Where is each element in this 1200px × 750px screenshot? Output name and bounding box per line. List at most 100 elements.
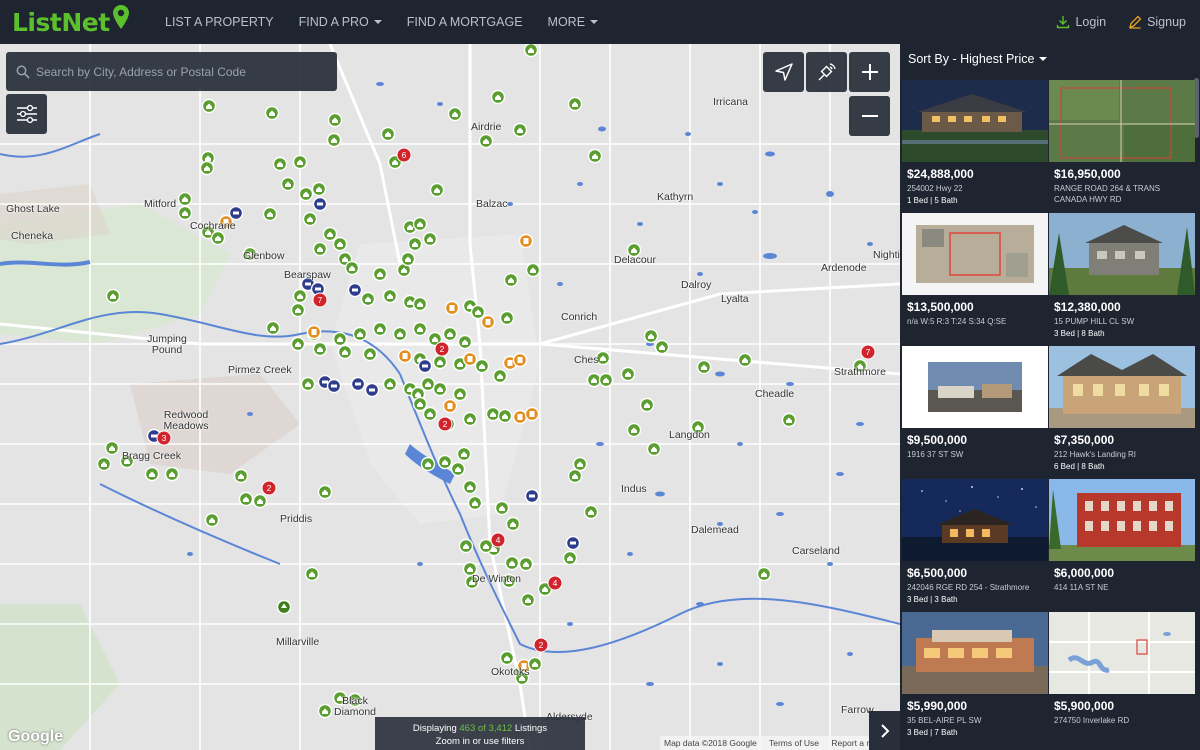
filters-button[interactable]: [6, 94, 47, 134]
listing-card[interactable]: $12,380,000 15 PUMP HILL CL SW 3 Bed | 8…: [1049, 213, 1195, 343]
listing-card[interactable]: $24,888,000 254002 Hwy 22 1 Bed | 5 Bath: [902, 80, 1048, 210]
search-input[interactable]: [36, 64, 316, 79]
listing-card[interactable]: $16,950,000 RANGE ROAD 264 & TRANS CANAD…: [1049, 80, 1195, 210]
download-icon: [1057, 16, 1070, 29]
nav-more[interactable]: MORE: [548, 15, 599, 29]
listing-price: $6,000,000: [1054, 566, 1115, 580]
listing-beds-baths: 3 Bed | 7 Bath: [907, 728, 958, 737]
listing-photo: [1049, 346, 1195, 428]
cluster-marker[interactable]: 7: [312, 292, 328, 308]
nav-find-a-mortgage[interactable]: FIND A MORTGAGE: [407, 15, 523, 29]
listing-address: 254002 Hwy 22: [907, 184, 963, 193]
place-label: Airdrie: [471, 121, 502, 133]
search-bar: [6, 52, 337, 91]
my-location-button[interactable]: [763, 52, 804, 92]
report-map-error-link[interactable]: Report a map error: [831, 738, 870, 748]
listing-price: $9,500,000: [907, 433, 968, 447]
listing-photo: [902, 479, 1048, 561]
sort-dropdown[interactable]: Sort By - Highest Price: [908, 52, 1048, 66]
logo-text: ListNet: [12, 7, 110, 37]
listing-photo: [902, 80, 1048, 162]
cluster-marker[interactable]: 2: [434, 341, 450, 357]
map-pin-icon: [112, 4, 129, 34]
svg-text:2: 2: [267, 483, 272, 493]
terms-link[interactable]: Terms of Use: [769, 738, 819, 748]
place-label: Irricana: [713, 96, 749, 108]
listing-card[interactable]: $13,500,000 n/a W:5 R:3 T:24 S:34 Q:SE: [902, 213, 1048, 343]
cluster-marker[interactable]: 2: [533, 637, 549, 653]
top-navigation-bar: ListNet LIST A PROPERTY FIND A PRO FIND …: [0, 0, 1200, 44]
login-link[interactable]: Login: [1056, 15, 1106, 29]
listing-card[interactable]: $5,900,000 274750 Inverlake RD: [1049, 612, 1195, 742]
listing-address: 274750 Inverlake RD: [1054, 716, 1130, 725]
main-nav: LIST A PROPERTY FIND A PRO FIND A MORTGA…: [165, 0, 623, 44]
listing-price: $16,950,000: [1054, 167, 1121, 181]
cluster-marker[interactable]: 3: [156, 430, 172, 446]
listing-address: 212 Hawk's Landing RI: [1054, 450, 1137, 459]
chevron-down-icon: [1039, 57, 1048, 61]
place-label: Conrich: [561, 311, 598, 323]
listing-card[interactable]: $7,350,000 212 Hawk's Landing RI 6 Bed |…: [1049, 346, 1195, 476]
google-logo: Google: [8, 728, 64, 745]
cluster-marker[interactable]: 2: [437, 416, 453, 432]
svg-text:7: 7: [866, 347, 871, 357]
zoom-out-button[interactable]: [849, 96, 890, 136]
chevron-right-icon: [880, 723, 889, 738]
listings-sidebar: Sort By - Highest Price $24,888,000 2540…: [900, 44, 1200, 750]
svg-text:4: 4: [553, 578, 558, 588]
plus-icon: [861, 64, 878, 80]
location-arrow-icon: [774, 63, 793, 81]
cluster-marker[interactable]: 2: [261, 480, 277, 496]
listing-address: RANGE ROAD 264 & TRANS CANADA HWY RD: [1054, 184, 1161, 204]
listing-price: $5,990,000: [907, 699, 968, 713]
cluster-marker[interactable]: 7: [860, 344, 876, 360]
svg-text:2: 2: [443, 419, 448, 429]
listing-address: 414 11A ST NE: [1054, 583, 1109, 592]
listing-card[interactable]: $6,000,000 414 11A ST NE: [1049, 479, 1195, 609]
map-attribution: Map data ©2018 Google Terms of Use Repor…: [660, 736, 870, 750]
listing-beds-baths: 1 Bed | 5 Bath: [907, 196, 958, 205]
toggle-sidebar-button[interactable]: [869, 711, 900, 750]
zoom-in-button[interactable]: [849, 52, 890, 92]
svg-text:3: 3: [162, 433, 167, 443]
place-label: Langdon: [669, 429, 710, 441]
place-label: Nightingale: [873, 249, 900, 261]
listing-beds-baths: 3 Bed | 3 Bath: [907, 595, 958, 604]
place-label: Lyalta: [721, 293, 749, 305]
listing-photo: [902, 612, 1048, 694]
place-label: Delacour: [614, 254, 657, 266]
place-label: Strathmore: [834, 366, 886, 378]
place-label: Priddis: [280, 513, 313, 525]
listing-card[interactable]: $5,990,000 35 BEL-AIRE PL SW 3 Bed | 7 B…: [902, 612, 1048, 742]
listing-card[interactable]: $6,500,000 242046 RGE RD 254 - Strathmor…: [902, 479, 1048, 609]
cluster-marker[interactable]: 4: [490, 532, 506, 548]
listing-photo: [1049, 479, 1195, 561]
place-label: Pirmez Creek: [228, 364, 292, 376]
place-label: Carseland: [792, 545, 840, 557]
nav-list-a-property[interactable]: LIST A PROPERTY: [165, 15, 274, 29]
listing-price: $12,380,000: [1054, 300, 1121, 314]
cluster-marker[interactable]: 6: [396, 147, 412, 163]
listing-address: 242046 RGE RD 254 - Strathmore: [907, 583, 1030, 592]
listing-price: $24,888,000: [907, 167, 974, 181]
place-label: Ghost Lake: [6, 203, 60, 215]
place-label: Kathyrn: [657, 191, 694, 203]
chevron-down-icon: [373, 20, 382, 24]
listing-card[interactable]: $9,500,000 1916 37 ST SW: [902, 346, 1048, 476]
place-label: Chestermere: [574, 354, 598, 366]
nav-find-a-pro[interactable]: FIND A PRO: [299, 15, 382, 29]
listing-price: $5,900,000: [1054, 699, 1115, 713]
listing-address: n/a W:5 R:3 T:24 S:34 Q:SE: [907, 317, 1007, 326]
cluster-marker[interactable]: 4: [547, 575, 563, 591]
place-label: Bearspaw: [284, 269, 331, 281]
place-label: Dalroy: [681, 279, 712, 291]
listnet-logo[interactable]: ListNet: [12, 4, 129, 38]
place-label: Redwood Meadows: [163, 409, 209, 432]
place-label: Glenbow: [243, 250, 285, 262]
map-view[interactable]: 6 7 2 3 2 2 7 4 4 2 Irricana Airdrie Gho…: [0, 44, 900, 750]
search-icon: [16, 65, 30, 79]
place-label: Cochrane: [190, 220, 236, 232]
satellite-view-button[interactable]: [806, 52, 847, 92]
place-label: Black Diamond: [333, 695, 377, 718]
signup-link[interactable]: Signup: [1128, 15, 1186, 29]
